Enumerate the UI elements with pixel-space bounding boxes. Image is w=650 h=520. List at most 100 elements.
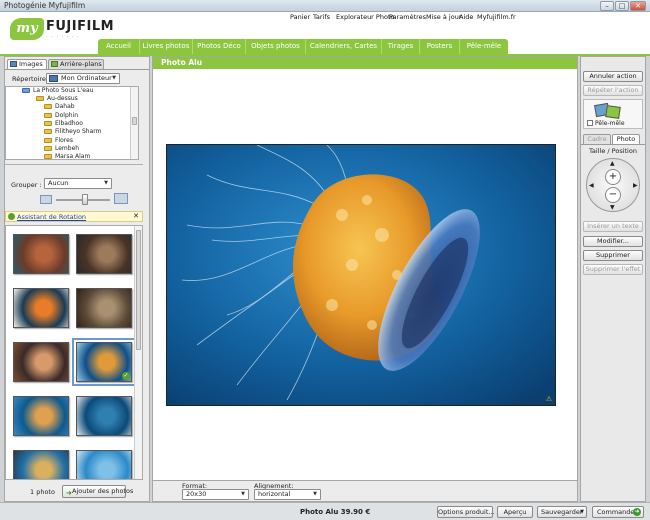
grouper-select[interactable]: Aucun ▼ <box>44 178 112 189</box>
tab-objets-photos[interactable]: Objets photos <box>246 39 306 54</box>
link-panier[interactable]: Panier <box>290 13 310 21</box>
arrow-left-icon[interactable]: ◀ <box>589 182 594 189</box>
position-pad[interactable]: ▲ ▼ ◀ ▶ + − <box>586 158 640 212</box>
rotation-icon <box>8 213 15 220</box>
thumbnail-grid: ✓ <box>5 225 143 480</box>
taille-position-label: Taille / Position <box>589 147 637 155</box>
photo-canvas[interactable]: ⚠ <box>166 144 556 406</box>
maximize-button[interactable]: □ <box>615 1 629 11</box>
folder-icon <box>44 137 52 143</box>
redo-button[interactable]: Répéter l'action <box>583 85 643 96</box>
arrow-right-icon[interactable]: ▶ <box>633 182 638 189</box>
tab-divider <box>581 144 645 145</box>
images-icon <box>10 61 17 67</box>
tree-item-label: Marsa Alam <box>55 153 91 160</box>
assistant-rotation-link[interactable]: Assistant de Rotation <box>17 213 86 221</box>
photo-thumbnail[interactable] <box>13 234 69 274</box>
pele-mele-checkbox[interactable] <box>587 120 593 126</box>
photo-thumbnail[interactable] <box>76 450 132 479</box>
product-header: Photo Alu <box>153 57 577 69</box>
zoom-slider-thumb[interactable] <box>82 194 88 205</box>
photo-thumbnail[interactable] <box>13 288 69 328</box>
undo-button[interactable]: Annuler action <box>583 71 643 82</box>
right-panel: Annuler action Répéter l'action Pêle-mêl… <box>580 56 646 502</box>
tree-item-label: Au-dessus <box>47 95 78 102</box>
save-label: Sauvegarder <box>541 508 583 516</box>
tree-item-label: Dolphin <box>55 111 79 119</box>
product-options-button[interactable]: Options produit... <box>437 506 495 518</box>
panel-splitter[interactable] <box>5 164 143 170</box>
photo-thumbnail[interactable] <box>76 288 132 328</box>
tree-item[interactable]: Filitheyo Sharm <box>44 128 102 136</box>
link-mise-a-jour[interactable]: Mise à jour <box>426 13 462 21</box>
remove-effect-button[interactable]: Supprimer l'effet <box>583 264 643 275</box>
folder-tree[interactable]: La Photo Sous L'eau Au-dessus Dahab Dolp… <box>5 86 139 160</box>
order-button[interactable]: Commander ➜ <box>592 506 644 518</box>
close-button[interactable]: ✕ <box>630 1 646 11</box>
format-select[interactable]: 20x30 ▼ <box>182 489 249 500</box>
tree-item[interactable]: Dolphin <box>44 112 78 120</box>
large-thumbnail-icon[interactable] <box>114 193 128 204</box>
tree-item-label: La Photo Sous L'eau <box>33 87 94 94</box>
photo-thumbnail[interactable] <box>76 234 132 274</box>
folder-icon <box>36 96 44 101</box>
link-tarifs[interactable]: Tarifs <box>313 13 330 21</box>
arrow-up-icon[interactable]: ▲ <box>610 160 615 167</box>
tree-scroll-thumb[interactable] <box>132 117 137 125</box>
minimize-button[interactable]: – <box>600 1 614 11</box>
tab-tirages[interactable]: Tirages <box>382 39 420 54</box>
preview-button[interactable]: Aperçu <box>497 506 533 518</box>
link-myfujifilm[interactable]: Myfujifilm.fr <box>477 13 516 21</box>
tab-livres-photos[interactable]: Livres photos <box>140 39 193 54</box>
photo-thumbnail[interactable] <box>13 450 69 479</box>
warning-icon: ⚠ <box>545 395 552 403</box>
thumbnail-scrollbar[interactable] <box>134 226 142 479</box>
checkmark-icon: ✓ <box>122 372 130 380</box>
grouper-label: Grouper : <box>11 181 42 189</box>
close-icon[interactable]: ✕ <box>133 212 139 220</box>
photo-thumbnail[interactable] <box>13 342 69 382</box>
photo-thumbnail[interactable]: ✓ <box>72 338 136 386</box>
tree-item[interactable]: Flores <box>44 137 73 145</box>
photo-thumbnail[interactable] <box>76 396 132 436</box>
tab-pele-mele[interactable]: Pêle-mêle <box>460 39 508 54</box>
modify-button[interactable]: Modifier... <box>583 236 643 247</box>
tree-item-label: Filitheyo Sharm <box>55 128 102 135</box>
tab-calendriers-cartes[interactable]: Calendriers, Cartes <box>306 39 382 54</box>
chevron-down-icon: ▼ <box>112 75 116 81</box>
tab-cadre[interactable]: Cadre <box>583 134 611 144</box>
tab-posters[interactable]: Posters <box>420 39 460 54</box>
pele-mele-box[interactable]: Pêle-mêle <box>583 99 643 129</box>
zoom-in-icon[interactable]: + <box>605 169 621 185</box>
small-thumbnail-icon[interactable] <box>40 195 52 204</box>
zoom-out-icon[interactable]: − <box>605 187 621 203</box>
link-explorateur[interactable]: Explorateur Photo <box>336 13 394 21</box>
background-icon <box>51 61 58 67</box>
chevron-down-icon: ▼ <box>241 491 245 497</box>
grouper-value: Aucun <box>48 179 69 187</box>
link-parametres[interactable]: Paramètres <box>389 13 426 21</box>
repertoire-select[interactable]: Mon Ordinateur ▼ <box>46 73 120 84</box>
tab-photos-deco[interactable]: Photos Déco <box>193 39 246 54</box>
tree-scrollbar[interactable] <box>130 87 138 159</box>
tree-item-label: Lembeh <box>55 145 80 152</box>
add-photos-label: Ajouter des photos <box>72 487 134 495</box>
save-button[interactable]: Sauvegarder ▼ <box>537 506 587 518</box>
tab-images-label: Images <box>19 60 43 68</box>
link-aide[interactable]: Aide <box>459 13 473 21</box>
tab-images[interactable]: Images <box>7 59 47 69</box>
photo-thumbnail[interactable] <box>13 396 69 436</box>
thumbnail-scroll-thumb[interactable] <box>136 230 141 350</box>
alignement-select[interactable]: horizontal ▼ <box>254 489 321 500</box>
add-photos-button[interactable]: ➜ Ajouter des photos <box>62 485 133 498</box>
tree-item[interactable]: Marsa Alam <box>44 153 91 160</box>
tree-item[interactable]: Dahab <box>44 103 75 111</box>
insert-text-button[interactable]: Insérer un texte <box>583 221 643 232</box>
delete-button[interactable]: Supprimer <box>583 250 643 261</box>
pele-mele-photo-icon-2 <box>605 105 621 119</box>
tab-arriere-plans[interactable]: Arrière-plans <box>48 59 104 69</box>
arrow-down-icon[interactable]: ▼ <box>610 204 615 211</box>
tree-item-label: Dahab <box>55 103 75 110</box>
tab-accueil[interactable]: Accueil <box>98 39 140 54</box>
tab-photo[interactable]: Photo <box>612 134 640 144</box>
